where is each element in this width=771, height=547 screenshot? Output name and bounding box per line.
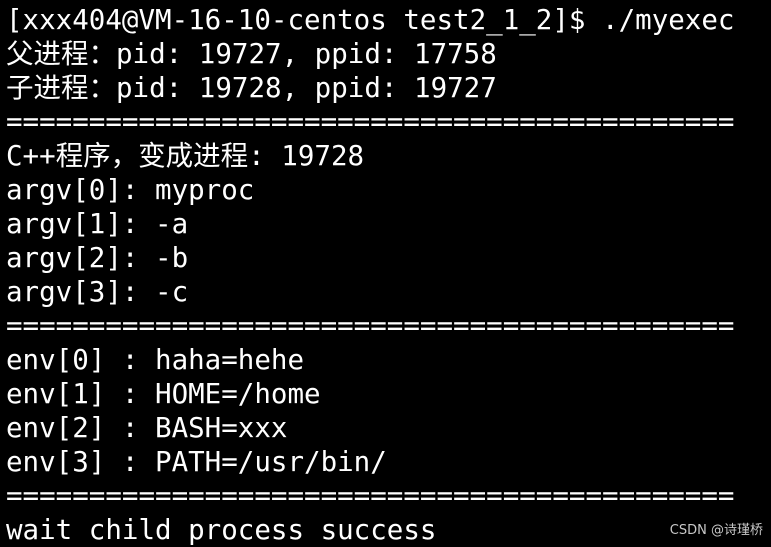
terminal-line-argv-3: argv[3]: -c [6, 276, 189, 308]
terminal-line-cpp-program: C++程序，变成进程: 19728 [6, 140, 365, 172]
terminal-line-argv-2: argv[2]: -b [6, 242, 189, 274]
terminal-line-prompt: [xxx404@VM-16-10-centos test2_1_2]$ ./my… [6, 4, 735, 36]
terminal-line-argv-0: argv[0]: myproc [6, 174, 255, 206]
terminal-line-separator: ========================================… [6, 310, 735, 342]
csdn-watermark: CSDN @诗瑾桥 [669, 523, 763, 538]
terminal-line-argv-1: argv[1]: -a [6, 208, 189, 240]
terminal-line-parent-process: 父进程：pid: 19727, ppid: 17758 [6, 38, 497, 70]
terminal-line-env-2: env[2] : BASH=xxx [6, 412, 288, 444]
terminal-line-env-3: env[3] : PATH=/usr/bin/ [6, 446, 387, 478]
terminal-window[interactable]: [xxx404@VM-16-10-centos test2_1_2]$ ./my… [0, 0, 771, 546]
terminal-line-separator: ========================================… [6, 480, 735, 512]
terminal-line-env-0: env[0] : haha=hehe [6, 344, 305, 376]
terminal-line-separator: ========================================… [6, 106, 735, 138]
terminal-line-child-process: 子进程：pid: 19728, ppid: 19727 [6, 72, 497, 104]
terminal-line-env-1: env[1] : HOME=/home [6, 378, 321, 410]
terminal-line-wait-success: wait child process success [6, 514, 437, 546]
